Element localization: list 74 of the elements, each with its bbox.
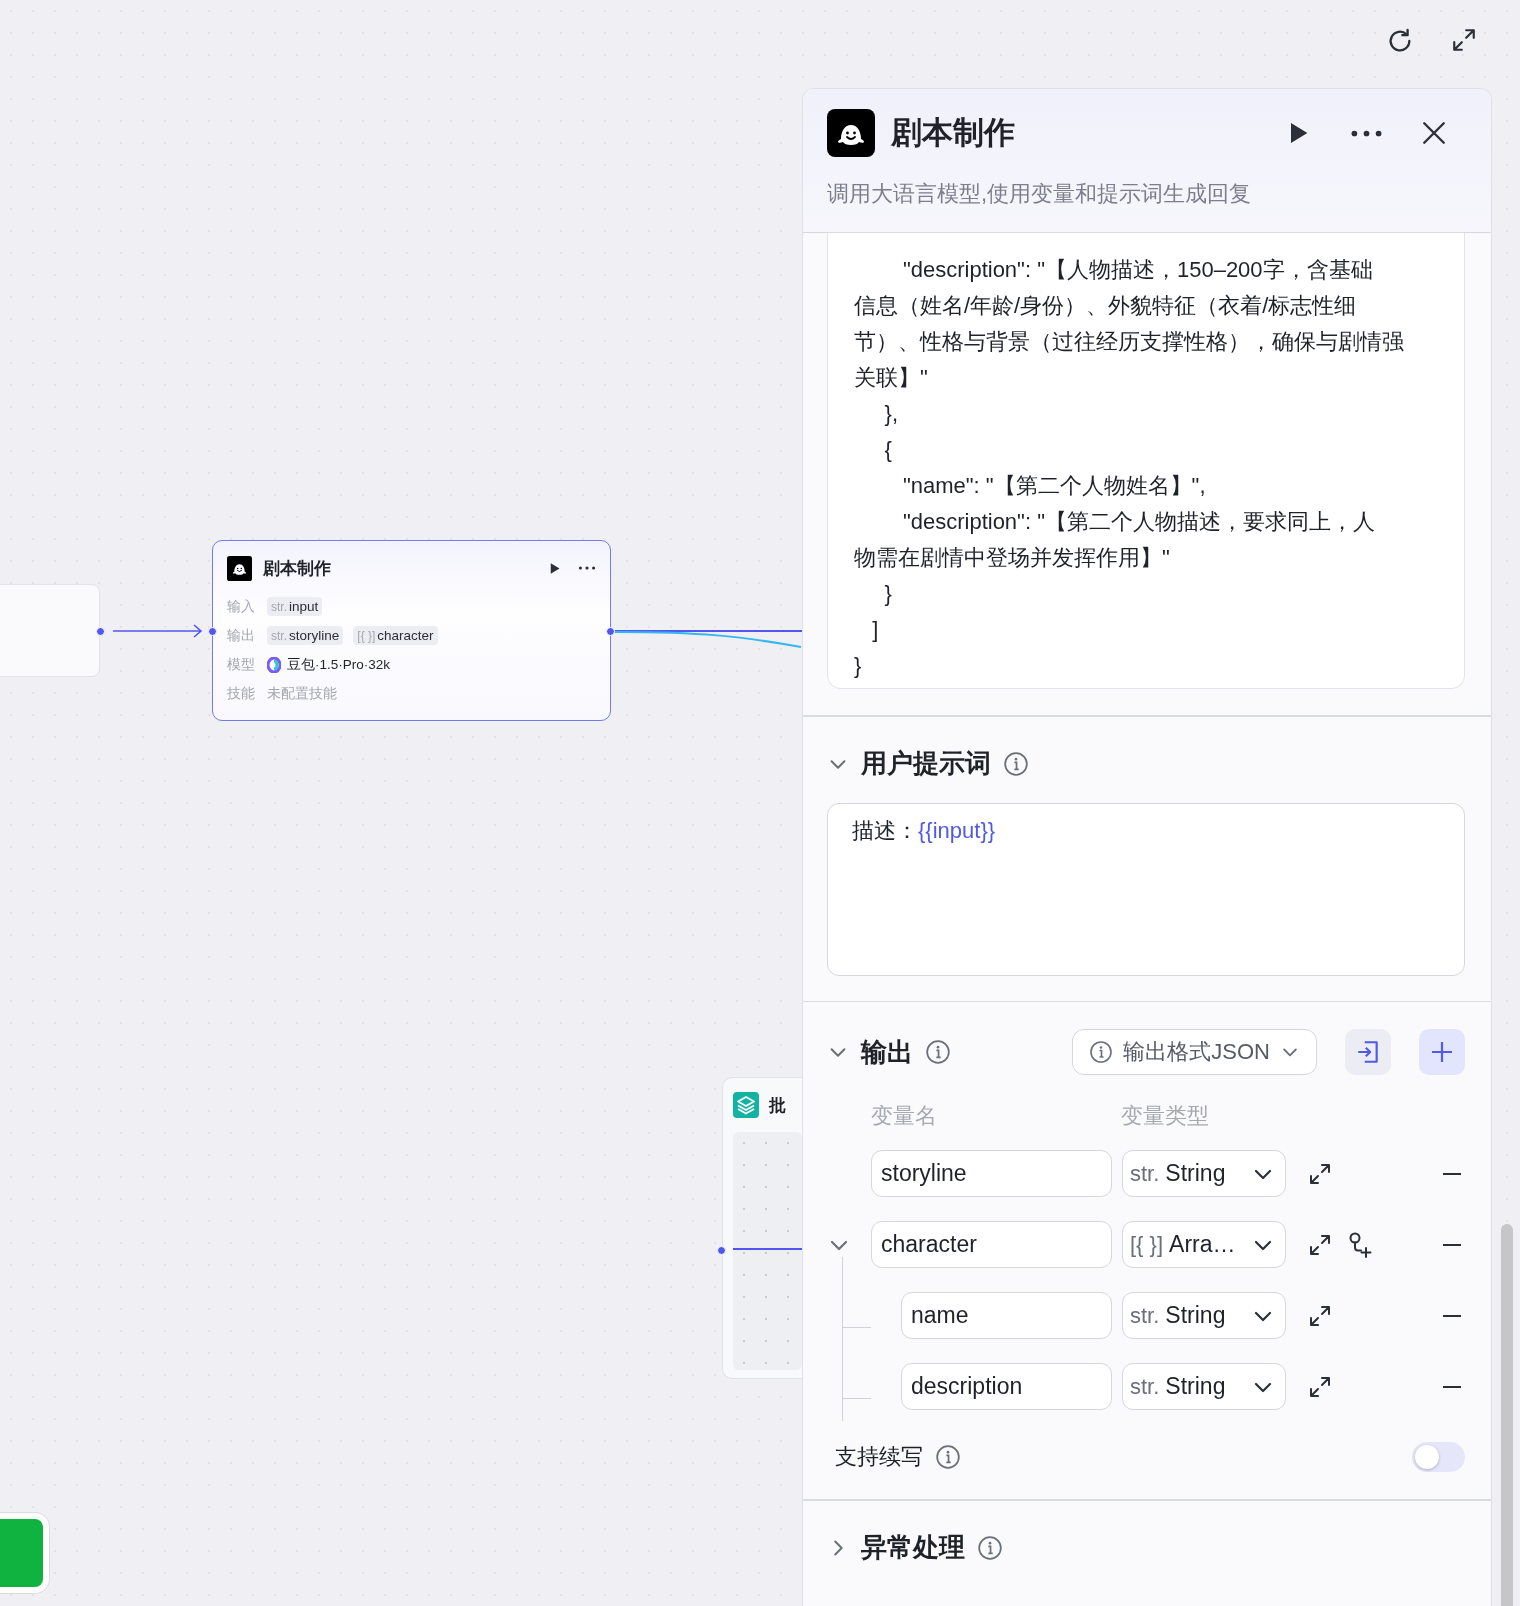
output-format-dropdown[interactable]: 输出格式JSON	[1072, 1029, 1317, 1075]
info-icon[interactable]	[1089, 1040, 1114, 1064]
prompt-line: 物需在剧情中登场并发挥作用】"	[854, 544, 1171, 572]
more-icon[interactable]	[578, 565, 596, 571]
info-icon[interactable]	[935, 1444, 961, 1470]
prompt-line: {	[883, 436, 893, 464]
user-prompt-field[interactable]: 描述：{{input}}	[827, 802, 1465, 976]
node-card[interactable]	[0, 584, 100, 677]
column-header: 变量类型	[1121, 1102, 1209, 1130]
toggle-switch[interactable]	[1412, 1442, 1465, 1472]
panel-title: 剧本制作	[891, 114, 1016, 152]
type-select[interactable]: str. String	[1122, 1292, 1286, 1339]
plus-icon	[1430, 1040, 1454, 1064]
prompt-line: "description": "【人物描述，150–200字，含基础	[901, 256, 1374, 284]
section-title: 用户提示词	[861, 747, 991, 780]
row-label: 输出	[227, 626, 256, 645]
node-title: 剧本制作	[263, 557, 332, 580]
info-icon[interactable]	[1003, 750, 1029, 777]
expand-icon[interactable]	[1308, 1374, 1332, 1399]
type-select[interactable]: str. String	[1122, 1363, 1286, 1410]
skill-value: 未配置技能	[267, 684, 337, 703]
prompt-line: }	[883, 580, 893, 608]
connector-line	[733, 1248, 802, 1250]
row-label: 模型	[227, 655, 256, 674]
variable-name-field[interactable]: character	[871, 1221, 1112, 1268]
node-title: 批	[769, 1094, 786, 1117]
setting-label: 支持续写	[835, 1443, 923, 1471]
prompt-line: 信息（姓名/年龄/身份）、外貌特征（衣着/标志性细	[854, 292, 1358, 320]
variable-name-field[interactable]: description	[901, 1363, 1112, 1410]
ghost-logo-icon	[827, 109, 875, 157]
info-icon[interactable]	[977, 1534, 1003, 1561]
close-icon[interactable]	[1421, 120, 1447, 146]
connection-port[interactable]	[717, 1246, 726, 1255]
node-card[interactable]: 批	[722, 1077, 802, 1379]
model-logo-icon	[267, 656, 281, 673]
row-label: 输入	[227, 597, 256, 616]
ghost-logo-icon	[227, 555, 252, 581]
variable-tag: str.storyline	[267, 626, 344, 645]
variable-name-field[interactable]: storyline	[871, 1150, 1112, 1197]
fullscreen-icon[interactable]	[1451, 27, 1477, 53]
expand-icon[interactable]	[1308, 1161, 1332, 1186]
layers-icon	[733, 1092, 759, 1118]
section-title: 异常处理	[861, 1531, 965, 1564]
variable-tag: str.input	[267, 597, 323, 616]
node-card[interactable]: 剧本制作 输入 str.input 输出 str.storyline [{ }]character 模型 豆包·1.5·Pro·32k 技能 未配置技能	[212, 540, 611, 721]
panel-description: 调用大语言模型,使用变量和提示词生成回复	[827, 180, 1253, 208]
info-icon[interactable]	[925, 1039, 951, 1065]
connection-port[interactable]	[606, 627, 615, 636]
prompt-line: "description": "【第二个人物描述，要求同上，人	[901, 508, 1376, 536]
scrollbar-thumb[interactable]	[1501, 1224, 1513, 1606]
variable-tag: [{ }]character	[353, 626, 438, 645]
import-button[interactable]	[1345, 1029, 1391, 1075]
type-select[interactable]: [{ }] Arra…	[1122, 1221, 1286, 1268]
section-title: 输出	[861, 1035, 913, 1069]
prompt-line: }	[854, 652, 863, 680]
variable-name-field[interactable]: name	[901, 1292, 1112, 1339]
prompt-line: },	[883, 400, 900, 428]
variable-reference: {{input}}	[918, 817, 996, 843]
system-prompt-editor[interactable]: "description": "【人物描述，150–200字，含基础 信息（姓名/年龄/身份）、外貌特征（衣着/标志性细 节）、性格与背景（过往经历支撑性格），确保与剧情强 关联】" }, { "name": "【第二个人物姓名】", "description": "【第二个人物描述，要求同上，人 物需在剧情中登场并发挥作用】" } ] }	[827, 233, 1465, 689]
expand-icon[interactable]	[1308, 1232, 1332, 1257]
model-name: 豆包·1.5·Pro·32k	[287, 655, 391, 674]
prompt-line: 关联】"	[854, 364, 929, 392]
add-button[interactable]	[1419, 1029, 1465, 1075]
column-header: 变量名	[871, 1102, 938, 1130]
expand-icon[interactable]	[1308, 1303, 1332, 1328]
type-select[interactable]: str. String	[1122, 1150, 1286, 1197]
connection-port[interactable]	[96, 627, 105, 636]
row-label: 技能	[227, 684, 256, 703]
prompt-line: "name": "【第二个人物姓名】",	[901, 472, 1207, 500]
prompt-line: ]	[871, 616, 880, 644]
prompt-line: 节）、性格与背景（过往经历支撑性格），确保与剧情强	[854, 328, 1405, 356]
connection-port[interactable]	[208, 627, 217, 636]
import-icon	[1355, 1039, 1381, 1065]
prompt-text: 描述：	[852, 817, 918, 843]
